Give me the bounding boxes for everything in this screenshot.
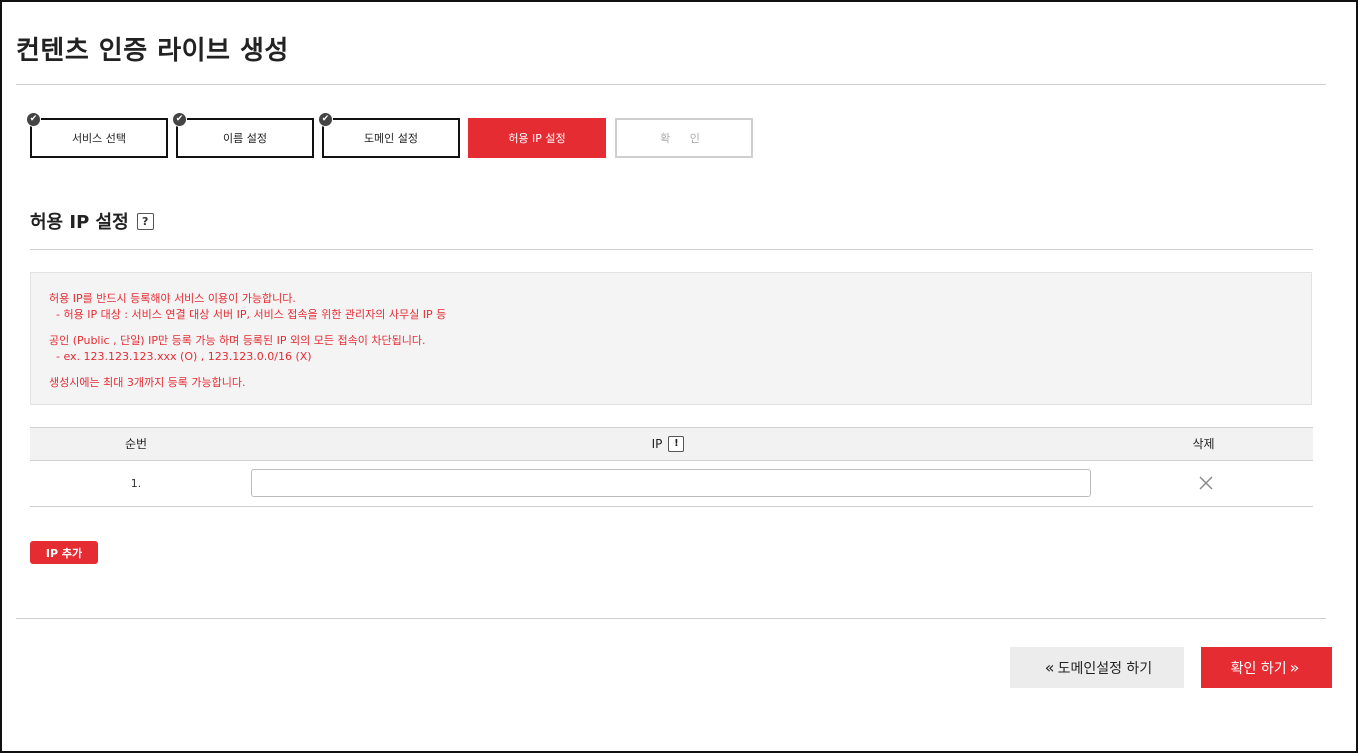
- notice-line: - 허용 IP 대상 : 서비스 연결 대상 서버 IP, 서비스 접속을 위한…: [49, 308, 447, 321]
- step-confirm: 확 인: [615, 118, 753, 158]
- table-row: 1.: [30, 461, 1313, 507]
- section-title: 허용 IP 설정 ?: [30, 208, 154, 234]
- notice-line: 공인 (Public , 단일) IP만 등록 가능 하며 등록된 IP 외의 …: [49, 334, 426, 347]
- row-number: 1.: [130, 477, 142, 490]
- footer-divider: [16, 618, 1326, 619]
- add-ip-button[interactable]: IP 추가: [30, 541, 98, 564]
- step-label: 서비스 선택: [71, 132, 127, 145]
- close-icon: [1199, 476, 1213, 490]
- step-service-select[interactable]: ✔ 서비스 선택: [26, 112, 168, 158]
- step-label: 허용 IP 설정: [508, 132, 566, 145]
- delete-row-button[interactable]: [1196, 473, 1216, 493]
- step-name-setting[interactable]: ✔ 이름 설정: [172, 112, 314, 158]
- double-chevron-left-icon: «: [1044, 658, 1055, 677]
- step-allowed-ip[interactable]: 허용 IP 설정: [468, 118, 606, 158]
- ip-info-icon[interactable]: !: [668, 436, 685, 452]
- step-domain-setting[interactable]: ✔ 도메인 설정: [318, 112, 460, 158]
- header-ip: IP !: [242, 428, 1094, 460]
- next-button-label: 확인 하기: [1230, 660, 1287, 677]
- notice-line: 허용 IP를 반드시 등록해야 서비스 이용이 가능합니다.: [49, 292, 296, 305]
- page-title: 컨텐츠 인증 라이브 생성: [16, 36, 289, 66]
- prev-button-label: 도메인설정 하기: [1057, 660, 1153, 677]
- check-icon: ✔: [172, 112, 187, 127]
- help-icon[interactable]: ?: [136, 212, 154, 230]
- header-delete-label: 삭제: [1192, 437, 1215, 451]
- double-chevron-right-icon: »: [1289, 658, 1300, 677]
- step-label: 확 인: [660, 132, 708, 145]
- notice-line: - ex. 123.123.123.xxx (O) , 123.123.0.0/…: [49, 350, 312, 363]
- notice-box: 허용 IP를 반드시 등록해야 서비스 이용이 가능합니다. - 허용 IP 대…: [30, 272, 1312, 405]
- header-num-label: 순번: [124, 437, 148, 451]
- section-title-text: 허용 IP 설정: [30, 212, 129, 233]
- page-frame: 컨텐츠 인증 라이브 생성 ✔ 서비스 선택 ✔ 이름 설정 ✔ 도메인 설정 …: [0, 0, 1358, 753]
- step-label: 도메인 설정: [363, 132, 419, 145]
- header-num: 순번: [30, 428, 242, 460]
- header-delete: 삭제: [1094, 428, 1313, 460]
- step-label: 이름 설정: [223, 132, 267, 145]
- check-icon: ✔: [26, 112, 41, 127]
- ip-input[interactable]: [251, 469, 1091, 497]
- confirm-next-button[interactable]: 확인 하기 »: [1201, 647, 1332, 688]
- ip-table-header: 순번 IP ! 삭제: [30, 427, 1313, 461]
- section-divider: [30, 249, 1313, 250]
- notice-line: 생성시에는 최대 3개까지 등록 가능합니다.: [49, 376, 246, 389]
- prev-domain-button[interactable]: « 도메인설정 하기: [1010, 647, 1184, 688]
- header-ip-label: IP: [651, 437, 663, 451]
- check-icon: ✔: [318, 112, 333, 127]
- title-divider: [16, 84, 1326, 85]
